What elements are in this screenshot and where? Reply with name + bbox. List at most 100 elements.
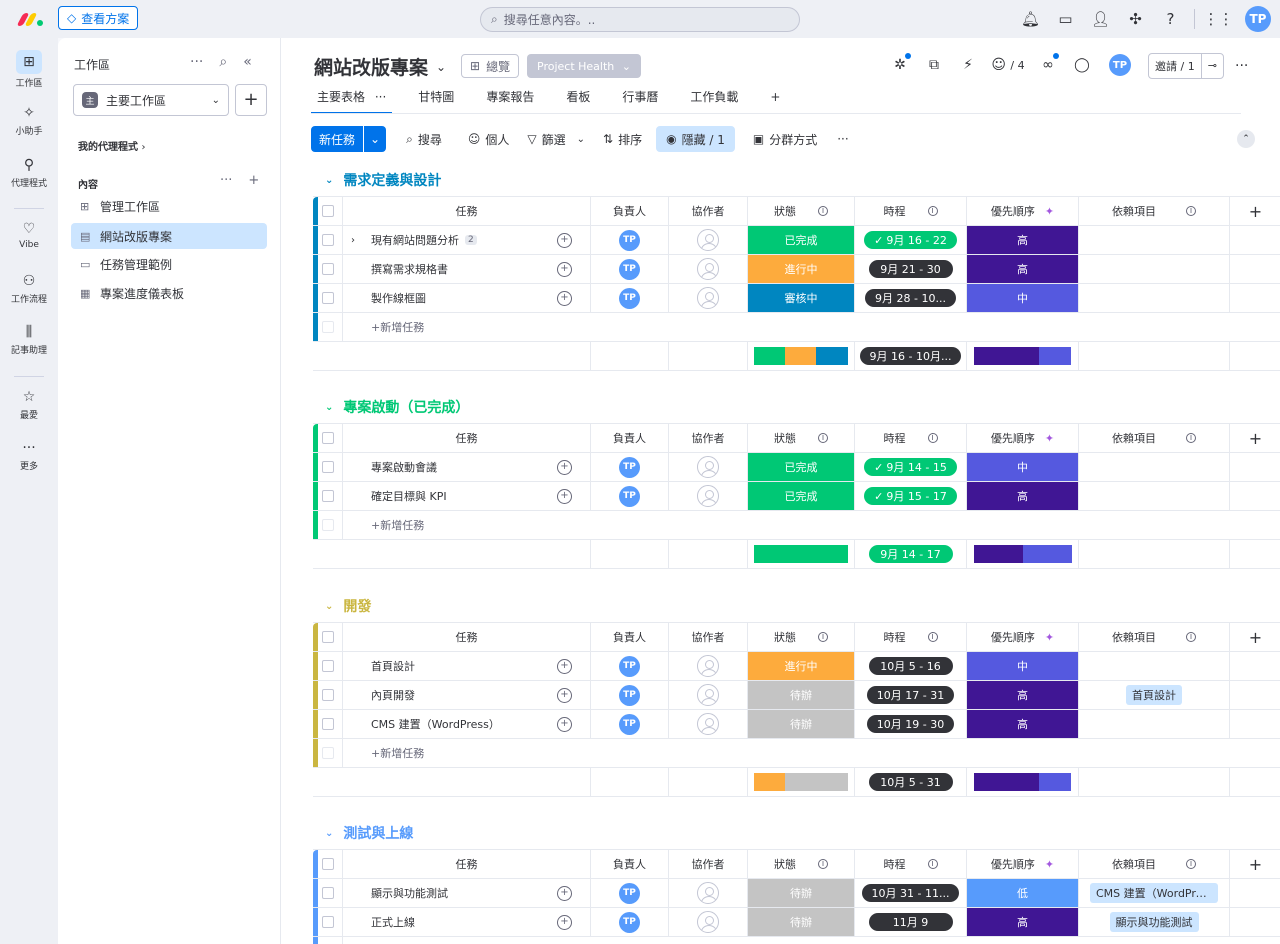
add-update-button[interactable]: + <box>539 284 591 312</box>
chevron-down-icon[interactable]: ⌄ <box>325 402 333 413</box>
search-icon[interactable]: ⌕ <box>219 54 227 70</box>
collaborator-cell[interactable] <box>669 879 748 907</box>
filter-button[interactable]: ▽ 篩選 ⌄ <box>527 131 585 148</box>
task-name[interactable]: 確定目標與 KPI <box>343 482 539 510</box>
priority-cell[interactable]: 高 <box>967 226 1079 254</box>
owner-cell[interactable]: TP <box>591 482 669 510</box>
add-update-button[interactable]: + <box>539 681 591 709</box>
priority-cell[interactable]: 高 <box>967 482 1079 510</box>
timeline-cell[interactable]: 10月 19 - 30 <box>855 710 967 738</box>
app-switcher-icon[interactable]: ⋮⋮ <box>1201 10 1236 28</box>
person-filter-button[interactable]: ☺ 個人 <box>468 131 510 148</box>
owner-cell[interactable]: TP <box>591 710 669 738</box>
depends-cell[interactable] <box>1079 284 1230 312</box>
priority-cell[interactable]: 中 <box>967 652 1079 680</box>
col-task[interactable]: 任務 <box>343 850 591 878</box>
col-priority[interactable]: 優先順序 ✦ <box>967 424 1079 452</box>
table-row[interactable]: 內頁開發 + TP 待辦 10月 17 - 31 高 首頁設計 <box>313 681 1280 710</box>
row-checkbox[interactable] <box>313 652 343 680</box>
collaborator-cell[interactable] <box>669 453 748 481</box>
add-task-input[interactable]: +新增任務 <box>343 739 1280 767</box>
agents-icon[interactable]: ☺ / 4 <box>985 57 1031 73</box>
rail-notetaker[interactable]: ⫼ 記事助理 <box>0 323 58 356</box>
automation-icon[interactable]: ⚡︎ <box>951 57 985 73</box>
table-row[interactable]: 正式上線 + TP 待辦 11月 9 高 顯示與功能測試 <box>313 908 1280 937</box>
col-owner[interactable]: 負責人 <box>591 197 669 225</box>
depends-cell[interactable]: 首頁設計 <box>1079 681 1230 709</box>
depends-cell[interactable] <box>1079 226 1230 254</box>
depends-cell[interactable] <box>1079 652 1230 680</box>
collapse-header-icon[interactable]: ⌃ <box>1237 130 1255 148</box>
col-depends[interactable]: 依賴項目 i <box>1079 623 1230 651</box>
status-cell[interactable]: 審核中 <box>748 284 855 312</box>
add-column-icon[interactable]: + <box>1230 424 1280 452</box>
group-title[interactable]: ⌄ 開發 <box>325 596 371 616</box>
rail-more[interactable]: ··· 更多 <box>0 439 58 472</box>
status-cell[interactable]: 待辦 <box>748 681 855 709</box>
select-all-checkbox[interactable] <box>313 850 343 878</box>
board-title[interactable]: 網站改版專案 ⌄ <box>314 53 446 80</box>
col-timeline[interactable]: 時程 i <box>855 850 967 878</box>
sidebar-item-task-example[interactable]: ▭ 任務管理範例 <box>71 251 267 277</box>
status-cell[interactable]: 待辦 <box>748 908 855 936</box>
project-health-button[interactable]: Project Health ⌄ <box>527 54 641 78</box>
priority-cell[interactable]: 中 <box>967 453 1079 481</box>
group-title[interactable]: ⌄ 需求定義與設計 <box>325 170 441 190</box>
chevron-down-icon[interactable]: ⌄ <box>363 126 386 152</box>
overview-button[interactable]: ⊞ 總覽 <box>461 54 520 78</box>
col-depends[interactable]: 依賴項目 i <box>1079 424 1230 452</box>
global-search-input[interactable]: ⌕ 搜尋任意內容。.. <box>480 7 800 32</box>
col-task[interactable]: 任務 <box>343 424 591 452</box>
tab-report[interactable]: 專案報告 <box>480 88 540 114</box>
add-task-row[interactable]: +新增任務 <box>313 313 1280 342</box>
rail-assistant[interactable]: ✧ 小助手 <box>0 104 58 137</box>
table-row[interactable]: 確定目標與 KPI + TP 已完成 ✓ 9月 15 - 17 高 <box>313 482 1280 511</box>
timeline-cell[interactable]: 9月 21 - 30 <box>855 255 967 283</box>
status-cell[interactable]: 待辦 <box>748 710 855 738</box>
depends-cell[interactable] <box>1079 453 1230 481</box>
col-priority[interactable]: 優先順序 ✦ <box>967 850 1079 878</box>
add-update-button[interactable]: + <box>539 226 591 254</box>
tab-gantt[interactable]: 甘特圖 <box>412 88 460 114</box>
col-depends[interactable]: 依賴項目 i <box>1079 197 1230 225</box>
col-owner[interactable]: 負責人 <box>591 623 669 651</box>
add-column-icon[interactable]: + <box>1230 623 1280 651</box>
rail-workflow[interactable]: ⚇ 工作流程 <box>0 272 58 305</box>
status-cell[interactable]: 進行中 <box>748 255 855 283</box>
row-checkbox[interactable] <box>313 482 343 510</box>
col-priority[interactable]: 優先順序 ✦ <box>967 623 1079 651</box>
task-name[interactable]: 正式上線 <box>343 908 539 936</box>
rail-favorites[interactable]: ☆ 最愛 <box>0 388 58 421</box>
add-update-button[interactable]: + <box>539 710 591 738</box>
depends-cell[interactable] <box>1079 482 1230 510</box>
monday-logo[interactable] <box>16 11 44 27</box>
user-avatar[interactable]: TP <box>1245 6 1271 32</box>
col-task[interactable]: 任務 <box>343 623 591 651</box>
timeline-cell[interactable]: 10月 17 - 31 <box>855 681 967 709</box>
row-checkbox[interactable] <box>313 710 343 738</box>
priority-cell[interactable]: 低 <box>967 879 1079 907</box>
add-task-input[interactable]: +新增任務 <box>343 937 1280 944</box>
col-status[interactable]: 狀態 i <box>748 424 855 452</box>
add-task-row[interactable]: +新增任務 <box>313 511 1280 540</box>
more-options-icon[interactable]: ··· <box>190 54 203 70</box>
select-all-checkbox[interactable] <box>313 424 343 452</box>
timeline-cell[interactable]: 10月 31 - 11... <box>855 879 967 907</box>
task-name[interactable]: 顯示與功能測試 <box>343 879 539 907</box>
add-item-button[interactable]: + <box>235 84 267 116</box>
row-checkbox[interactable] <box>313 255 343 283</box>
toolbar-more-icon[interactable]: ··· <box>837 132 848 146</box>
row-checkbox[interactable] <box>313 453 343 481</box>
owner-cell[interactable]: TP <box>591 226 669 254</box>
rail-vibe[interactable]: ♡ Vibe <box>0 220 58 250</box>
chevron-down-icon[interactable]: ⌄ <box>325 175 333 186</box>
owner-cell[interactable]: TP <box>591 284 669 312</box>
apps-marketplace-icon[interactable]: ✣ <box>1118 10 1153 28</box>
select-all-checkbox[interactable] <box>313 197 343 225</box>
status-cell[interactable]: 已完成 <box>748 226 855 254</box>
col-collab[interactable]: 協作者 <box>669 623 748 651</box>
integrations-icon[interactable]: ⧉ <box>917 57 951 73</box>
content-add-icon[interactable]: + <box>248 173 259 188</box>
select-all-checkbox[interactable] <box>313 623 343 651</box>
chevron-down-icon[interactable]: ⌄ <box>325 828 333 839</box>
